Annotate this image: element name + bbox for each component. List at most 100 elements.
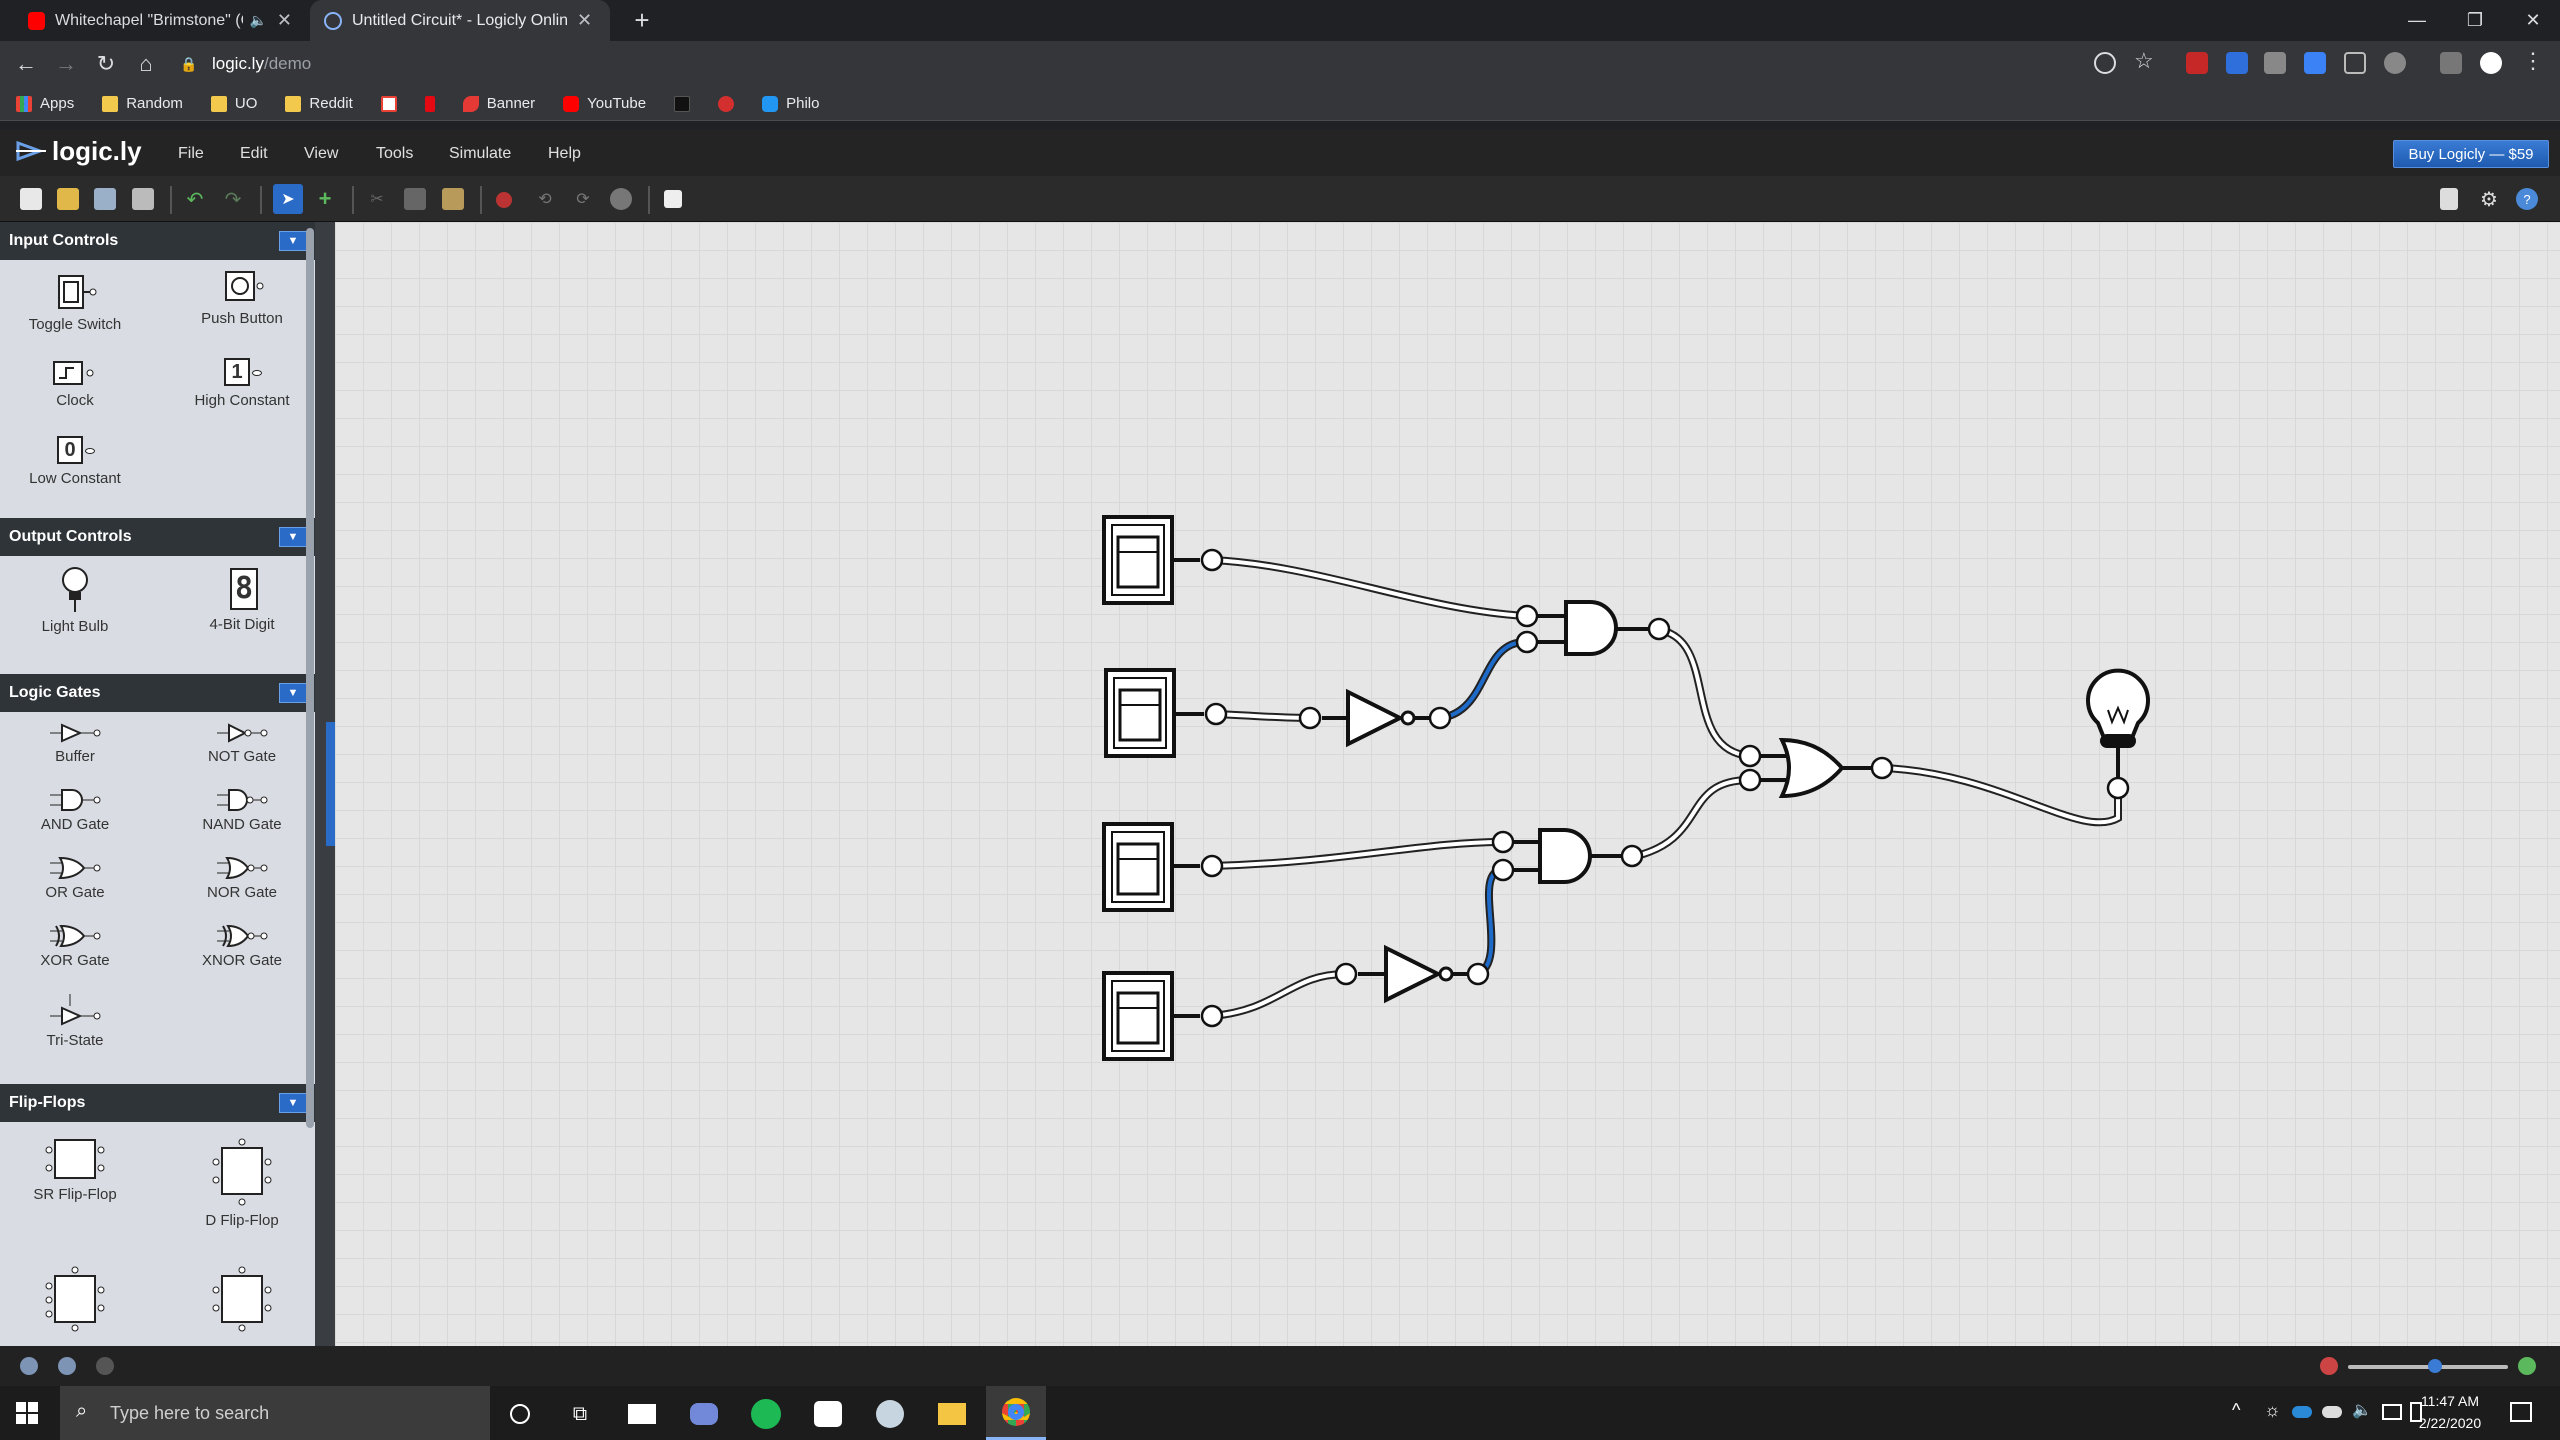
collapse-dropdown-icon[interactable]: ▼ (279, 231, 307, 251)
toggle-switch-4[interactable] (1102, 971, 1200, 1061)
browser-tab-youtube[interactable]: Whitechapel "Brimstone" (OF 🔈 ✕ (14, 0, 306, 41)
section-logic-gates[interactable]: Logic Gates ▼ (0, 674, 315, 712)
menu-view[interactable]: View (304, 140, 338, 168)
bookmark-hulu[interactable] (674, 95, 691, 112)
toggle-switch-2[interactable] (1104, 668, 1204, 758)
bookmark-apps[interactable]: Apps (16, 95, 74, 112)
bookmark-gmail[interactable] (380, 95, 397, 112)
taskbar-clock[interactable]: 11:47 AM 2/22/2020 (2400, 1390, 2500, 1436)
cloud-icon[interactable] (2322, 1406, 2342, 1418)
browser-tab-logicly[interactable]: Untitled Circuit* - Logicly Online ✕ (310, 0, 610, 41)
home-button[interactable]: ⌂ (130, 48, 162, 80)
connection-node[interactable] (1515, 630, 1539, 654)
back-button[interactable]: ← (10, 48, 42, 80)
bookmark-random[interactable]: Random (102, 95, 183, 112)
connection-node[interactable] (1466, 962, 1490, 986)
wire[interactable] (1208, 970, 1350, 1020)
restore-window-button[interactable]: ❐ (2446, 0, 2504, 41)
chrome-taskbar-icon[interactable] (986, 1386, 1046, 1440)
section-input-controls[interactable]: Input Controls ▼ (0, 222, 315, 260)
media-app-icon[interactable] (808, 1394, 848, 1434)
reload-button[interactable]: ↻ (90, 48, 122, 80)
connection-node[interactable] (1647, 617, 1671, 641)
palette-xor-gate[interactable]: XOR Gate (0, 920, 150, 969)
connection-node[interactable] (1738, 744, 1762, 768)
toggle-switch-3[interactable] (1102, 822, 1200, 912)
connection-node[interactable] (1620, 844, 1644, 868)
copy-icon[interactable] (404, 188, 426, 210)
and-gate-2[interactable] (1503, 828, 1622, 884)
connection-node[interactable] (2106, 776, 2130, 800)
windows-start-icon[interactable] (16, 1402, 38, 1424)
bookmark-shc[interactable] (718, 95, 735, 112)
bookmark-uo[interactable]: UO (210, 95, 257, 112)
wire-active[interactable] (1436, 637, 1531, 722)
collapse-dropdown-icon[interactable]: ▼ (279, 527, 307, 547)
palette-tri-state[interactable]: Tri-State (0, 990, 150, 1049)
bitwarden-extension-icon[interactable] (2226, 52, 2248, 74)
sidebar-scrollbar[interactable] (306, 228, 314, 1128)
palette-high-constant[interactable]: 1 High Constant (167, 344, 315, 409)
palette-buffer[interactable]: Buffer (0, 716, 150, 765)
close-window-button[interactable]: ✕ (2504, 0, 2560, 41)
speaker-icon[interactable]: 🔈 (249, 12, 266, 29)
document-icon[interactable] (2440, 188, 2458, 210)
save-icon[interactable] (94, 188, 116, 210)
notification-center-icon[interactable] (2510, 1402, 2532, 1422)
add-icon[interactable]: + (314, 186, 336, 211)
palette-t-flip-flop[interactable] (167, 1262, 315, 1340)
steam-icon[interactable] (870, 1394, 910, 1434)
bookmark-star-icon[interactable]: ☆ (2134, 48, 2154, 74)
palette-clock[interactable]: Clock (0, 344, 150, 409)
extension-icon[interactable] (2344, 52, 2366, 74)
address-bar[interactable]: 🔒 logic.ly /demo (180, 46, 2170, 82)
and-gate-1[interactable] (1527, 600, 1650, 656)
network-icon[interactable] (2382, 1404, 2402, 1420)
palette-and-gate[interactable]: AND Gate (0, 784, 150, 833)
not-gate-2[interactable] (1358, 944, 1468, 1004)
bookmark-philo[interactable]: Philo (762, 95, 819, 112)
wire[interactable] (1655, 626, 1754, 760)
connection-node[interactable] (1428, 706, 1452, 730)
toggle-switch-1[interactable] (1102, 515, 1200, 605)
circuit-icon[interactable] (610, 188, 632, 210)
connection-node[interactable] (1491, 858, 1515, 882)
wire[interactable] (1208, 556, 1531, 620)
zoom-in-icon[interactable] (2518, 1357, 2536, 1375)
discord-icon[interactable] (684, 1394, 724, 1434)
forward-button[interactable]: → (50, 48, 82, 80)
volume-icon[interactable]: 🔈 (2352, 1400, 2372, 1420)
ublock-extension-icon[interactable] (2186, 52, 2208, 74)
close-tab-icon[interactable]: ✕ (577, 10, 592, 31)
connection-node[interactable] (1334, 962, 1358, 986)
menu-edit[interactable]: Edit (240, 140, 268, 168)
cut-icon[interactable]: ✂ (366, 188, 388, 210)
palette-jk-flip-flop[interactable] (0, 1262, 150, 1340)
extension-icon[interactable] (2264, 52, 2286, 74)
palette-nand-gate[interactable]: NAND Gate (167, 784, 315, 833)
file-explorer-icon[interactable] (932, 1394, 972, 1434)
rotate-left-icon[interactable]: ⟲ (534, 188, 556, 210)
palette-push-button[interactable]: Push Button (167, 262, 315, 327)
section-flip-flops[interactable]: Flip-Flops ▼ (0, 1084, 315, 1122)
bookmark-reddit[interactable]: Reddit (285, 95, 353, 112)
zoom-slider-thumb[interactable] (2428, 1359, 2442, 1373)
section-output-controls[interactable]: Output Controls ▼ (0, 518, 315, 556)
step-icon[interactable] (96, 1357, 114, 1375)
brightness-icon[interactable]: ☼ (2264, 1400, 2281, 1421)
media-controls-icon[interactable] (2440, 52, 2462, 74)
connection-node[interactable] (1515, 604, 1539, 628)
light-bulb-output[interactable] (2086, 668, 2150, 780)
menu-simulate[interactable]: Simulate (449, 140, 511, 168)
connection-node[interactable] (1200, 854, 1224, 878)
palette-xnor-gate[interactable]: XNOR Gate (167, 920, 315, 969)
onedrive-icon[interactable] (2292, 1406, 2312, 1418)
close-tab-icon[interactable]: ✕ (277, 10, 292, 31)
palette-d-flip-flop[interactable]: D Flip-Flop (167, 1134, 315, 1229)
minimize-window-button[interactable]: — (2388, 0, 2446, 41)
palette-4-bit-digit[interactable]: 8 4-Bit Digit (167, 564, 315, 633)
pause-icon[interactable] (58, 1357, 76, 1375)
or-gate[interactable] (1750, 737, 1872, 799)
connection-node[interactable] (1491, 830, 1515, 854)
circuit-canvas[interactable] (335, 222, 2560, 1346)
